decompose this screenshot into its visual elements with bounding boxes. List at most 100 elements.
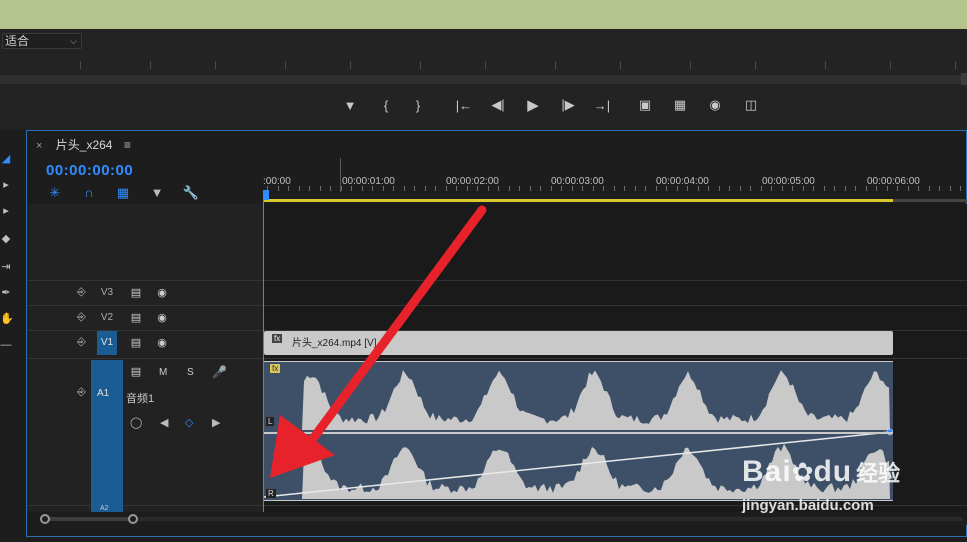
slip-tool[interactable]: ⇥ <box>0 258 12 276</box>
track-label[interactable]: V3 <box>97 281 117 305</box>
next-keyframe-icon[interactable]: ▶ <box>212 416 220 429</box>
microphone-icon[interactable]: 🎤 <box>212 365 227 379</box>
channel-label-left: L <box>266 417 275 426</box>
track-label-a1: A1 <box>97 388 110 399</box>
track-target-a1[interactable] <box>91 360 123 512</box>
audio-track-name: 音频1 <box>126 393 155 405</box>
mark-out-button[interactable]: } <box>405 89 431 121</box>
watermark-url: jingyan.baidu.com <box>742 497 874 514</box>
track-header-v1: ⎆ V1 ▤ ◉ <box>27 331 263 355</box>
ruler-label: 00:00:03:00 <box>551 176 604 187</box>
mark-in-button[interactable]: { <box>373 89 399 121</box>
track-select-icon: ▸ <box>3 179 9 191</box>
track-label[interactable]: V2 <box>97 306 117 330</box>
go-to-out-button[interactable]: →| <box>589 89 615 121</box>
paw-icon: ✿ <box>791 457 814 487</box>
time-ruler[interactable]: :00:00 00:00:01:00 00:00:02:00 00:00:03:… <box>263 158 967 204</box>
nest-icon[interactable]: ✳ <box>46 184 64 202</box>
playhead-line[interactable] <box>263 198 264 512</box>
ripple-edit-tool[interactable]: ▸ <box>0 202 12 220</box>
eye-icon[interactable]: ◉ <box>154 310 170 326</box>
mute-button[interactable]: M <box>159 367 167 378</box>
pen-icon: ✒ <box>1 287 11 299</box>
solo-button[interactable]: S <box>187 367 194 378</box>
keyframe-icon[interactable]: ◯ <box>130 416 142 429</box>
extract-button[interactable]: ▦ <box>667 89 693 121</box>
step-forward-button[interactable]: |▶ <box>555 89 581 121</box>
brand-text: Bai <box>742 455 792 488</box>
add-marker-button[interactable]: ▼ <box>337 89 363 121</box>
scroll-start-knob[interactable] <box>40 514 50 524</box>
top-color-bar <box>0 0 967 29</box>
snap-icon[interactable]: ∩ <box>80 184 98 202</box>
timecode-display[interactable]: 00:00:00:00 <box>46 162 133 179</box>
go-to-in-icon: |← <box>455 97 473 113</box>
track-header-v2: ⎆ V2 ▤ ◉ <box>27 306 263 330</box>
track-header-v3: ⎆ V3 ▤ ◉ <box>27 281 263 305</box>
add-marker-icon[interactable]: ▼ <box>148 184 166 202</box>
play-button[interactable]: ▶ <box>520 89 546 121</box>
hand-icon: ✋ <box>0 313 14 325</box>
go-to-in-button[interactable]: |← <box>451 89 477 121</box>
pen-tool[interactable]: ✒ <box>0 284 12 302</box>
prev-keyframe-icon[interactable]: ◀ <box>160 416 168 429</box>
button-editor-button[interactable]: ◫ <box>738 89 764 121</box>
track-select-tool[interactable]: ▸ <box>0 176 12 194</box>
selection-arrow-icon: ◢ <box>1 153 11 165</box>
scroll-thumb[interactable] <box>45 517 135 521</box>
lock-icon[interactable]: ⎆ <box>77 311 86 324</box>
wrench-icon[interactable]: 🔧 <box>182 184 200 202</box>
track-label-a2: A2 <box>100 505 109 512</box>
mark-out-icon: } <box>415 97 421 113</box>
monitor-scrollbar[interactable] <box>0 73 967 85</box>
camera-icon: ◉ <box>709 97 721 112</box>
brand-sub: 经验 <box>856 461 901 486</box>
tools-panel: ◢ ▸ ▸ ◆ ⇥ ✒ ✋ — <box>0 140 14 360</box>
type-tool[interactable]: — <box>0 336 12 354</box>
track-label[interactable]: V1 <box>97 331 117 355</box>
program-monitor: 适合 ⌵ ▼ { } |← ◀| ▶ |▶ →| ▣ ▦ ◉ ◫ <box>0 29 967 130</box>
ruler-label: 00:00:04:00 <box>656 176 709 187</box>
button-editor-icon: ◫ <box>744 97 758 112</box>
lift-icon: ▣ <box>638 97 652 112</box>
fit-dropdown-value: 适合 <box>5 34 30 48</box>
ruler-label: 00:00:05:00 <box>762 176 815 187</box>
export-frame-button[interactable]: ◉ <box>702 89 728 121</box>
linked-selection-icon[interactable]: ▦ <box>114 184 132 202</box>
lock-icon[interactable]: ⎆ <box>77 336 86 349</box>
step-back-button[interactable]: ◀| <box>485 89 511 121</box>
sync-lock-icon[interactable]: ▤ <box>128 285 144 301</box>
eye-icon[interactable]: ◉ <box>154 335 170 351</box>
lock-icon[interactable]: ⎆ <box>77 286 86 299</box>
ruler-label: 00:00:02:00 <box>446 176 499 187</box>
lock-icon[interactable]: ⎆ <box>77 386 86 399</box>
lift-button[interactable]: ▣ <box>632 89 658 121</box>
razor-tool[interactable]: ◆ <box>0 230 12 248</box>
add-keyframe-icon[interactable]: ◇ <box>185 416 193 429</box>
ruler-label: 00:00:01:00 <box>342 176 395 187</box>
marker-icon: ▼ <box>343 97 357 113</box>
step-forward-icon: |▶ <box>561 97 575 112</box>
hand-tool[interactable]: ✋ <box>0 310 14 328</box>
sequence-tab[interactable]: × 片头_x264 ≡ <box>36 136 131 152</box>
extract-icon: ▦ <box>673 97 687 112</box>
sync-lock-icon[interactable]: ▤ <box>128 335 144 351</box>
fit-dropdown[interactable]: 适合 ⌵ <box>2 33 82 49</box>
chevron-down-icon: ⌵ <box>70 36 77 46</box>
monitor-scroll-thumb[interactable] <box>961 73 967 85</box>
channel-label-right: R <box>266 489 276 498</box>
transport-controls: ▼ { } |← ◀| ▶ |▶ →| ▣ ▦ ◉ ◫ <box>0 89 967 121</box>
sync-lock-icon[interactable]: ▤ <box>128 364 144 380</box>
eye-icon[interactable]: ◉ <box>154 285 170 301</box>
sync-lock-icon[interactable]: ▤ <box>128 310 144 326</box>
panel-menu-icon[interactable]: ≡ <box>124 138 131 152</box>
razor-icon: ◆ <box>1 233 11 245</box>
scroll-end-knob[interactable] <box>128 514 138 524</box>
close-icon[interactable]: × <box>36 140 42 152</box>
monitor-mini-ruler[interactable] <box>0 61 967 73</box>
work-area-bar[interactable] <box>263 199 893 202</box>
video-clip[interactable]: fx 片头_x264.mp4 [V] <box>264 331 893 355</box>
selection-tool[interactable]: ◢ <box>0 150 12 168</box>
brand-text-2: du <box>813 455 853 488</box>
fx-badge: fx <box>272 334 283 343</box>
